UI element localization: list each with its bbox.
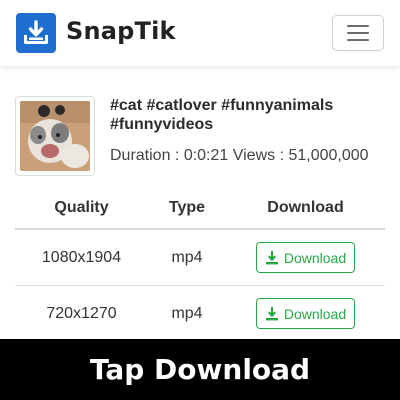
cell-quality: 1080x1904	[41, 248, 122, 266]
video-hashtags: #cat #catlover #funnyanimals #funnyvideo…	[110, 97, 334, 133]
download-table: Quality Type Download 1080x1904 mp4 Down…	[15, 188, 385, 342]
table-row: 720x1270 mp4 Download	[15, 286, 385, 342]
cell-type: mp4	[171, 248, 203, 266]
download-button-label: Download	[283, 305, 347, 322]
tap-download-banner: Tap Download	[0, 339, 400, 400]
download-button-1080[interactable]: Download	[255, 242, 356, 273]
video-thumbnail	[15, 96, 95, 176]
download-tray-icon[interactable]	[16, 13, 56, 53]
download-arrow-icon	[265, 250, 278, 264]
header-download: Download	[267, 199, 344, 216]
download-button-label: Download	[283, 249, 347, 266]
download-arrow-icon	[265, 306, 278, 320]
banner-text: Tap Download	[89, 353, 311, 386]
header-type: Type	[168, 199, 206, 216]
video-meta: Duration : 0:0:21 Views : 51,000,000	[110, 147, 369, 164]
table-header-row: Quality Type Download	[15, 188, 385, 230]
cell-type: mp4	[171, 304, 203, 322]
cell-quality: 720x1270	[46, 304, 117, 322]
table-row: 1080x1904 mp4 Download	[15, 230, 385, 286]
hamburger-menu-icon[interactable]	[332, 15, 384, 51]
brand-name[interactable]: SnapTik	[66, 17, 176, 45]
top-navbar: SnapTik	[0, 0, 400, 66]
header-quality: Quality	[54, 199, 109, 216]
download-button-720[interactable]: Download	[255, 298, 356, 329]
